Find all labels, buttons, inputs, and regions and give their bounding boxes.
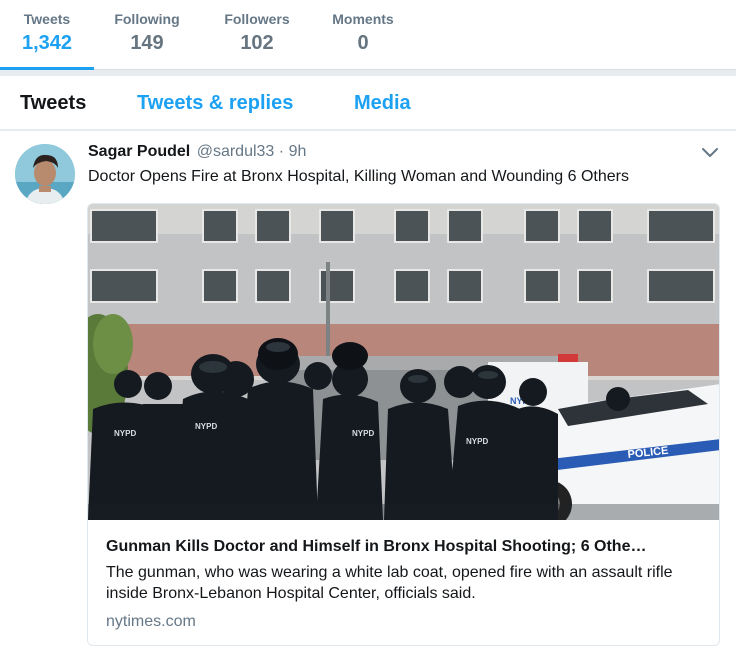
card-domain[interactable]: nytimes.com: [106, 612, 196, 632]
tab-tweets-and-replies[interactable]: Tweets & replies: [137, 90, 293, 116]
timeline-tabs: Tweets Tweets & replies Media: [0, 76, 736, 130]
link-card[interactable]: NYPD POLICE POLICE: [87, 203, 720, 646]
svg-text:NYPD: NYPD: [195, 422, 217, 431]
stat-label: Moments: [332, 11, 394, 27]
svg-text:NYPD: NYPD: [114, 429, 136, 438]
tab-tweets[interactable]: Tweets: [20, 90, 86, 116]
stat-following[interactable]: Following 149: [100, 0, 194, 70]
chevron-down-icon[interactable]: [700, 145, 720, 161]
user-fullname[interactable]: Sagar Poudel: [88, 143, 190, 160]
stat-moments[interactable]: Moments 0: [316, 0, 410, 70]
stat-label: Followers: [224, 11, 290, 27]
tweet[interactable]: Sagar Poudel @sardul33 · 9h Doctor Opens…: [0, 131, 736, 660]
separator-dot: ·: [278, 143, 285, 160]
stat-value: 149: [130, 32, 164, 54]
stat-label: Tweets: [23, 11, 71, 27]
stat-value: 0: [357, 32, 369, 54]
stat-tweets[interactable]: Tweets 1,342: [0, 0, 94, 70]
stat-label: Following: [114, 11, 180, 27]
tweet-timestamp[interactable]: 9h: [289, 143, 307, 160]
stat-value: 1,342: [21, 32, 73, 54]
card-photo: NYPD POLICE POLICE: [88, 204, 719, 520]
avatar[interactable]: [15, 144, 75, 204]
tweet-text: Doctor Opens Fire at Bronx Hospital, Kil…: [88, 168, 629, 185]
tweet-header: Sagar Poudel @sardul33 · 9h: [88, 142, 306, 162]
card-title[interactable]: Gunman Kills Doctor and Himself in Bronx…: [106, 537, 706, 557]
svg-text:NYPD: NYPD: [466, 437, 488, 446]
card-description: The gunman, who was wearing a white lab …: [106, 564, 673, 602]
stat-followers[interactable]: Followers 102: [210, 0, 304, 70]
stat-value: 102: [240, 32, 274, 54]
svg-text:NYPD: NYPD: [352, 429, 374, 438]
tab-media[interactable]: Media: [354, 90, 411, 116]
profile-stats-bar: Tweets 1,342 Following 149 Followers 102…: [0, 0, 736, 70]
user-handle[interactable]: @sardul33: [197, 143, 275, 160]
